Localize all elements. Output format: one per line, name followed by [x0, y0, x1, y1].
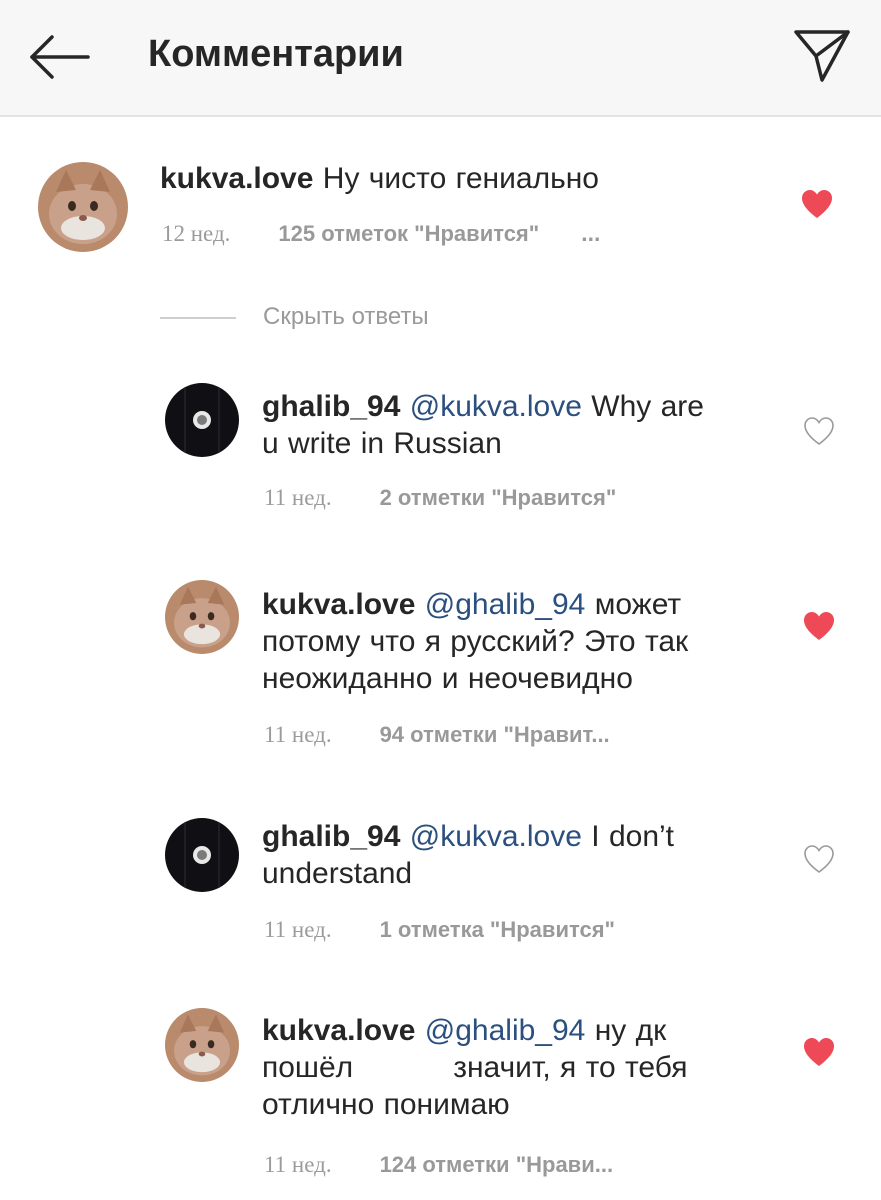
reply-meta: 11 нед. 124 отметки "Нрави...: [264, 1152, 613, 1178]
reply-mention[interactable]: @kukva.love: [410, 390, 582, 423]
page-title: Комментарии: [148, 33, 404, 75]
heart-filled-icon[interactable]: [802, 1036, 836, 1068]
likes-count[interactable]: 1 отметка "Нравится": [380, 917, 615, 942]
reply-body-line3: отлично понимаю: [262, 1088, 510, 1121]
heart-outline-icon[interactable]: [802, 843, 836, 875]
avatar[interactable]: [38, 162, 128, 252]
heart-filled-icon[interactable]: [800, 188, 834, 220]
reply-mention[interactable]: @kukva.love: [410, 820, 582, 853]
likes-count[interactable]: 125 отметок "Нравится": [278, 221, 539, 246]
likes-count[interactable]: 124 отметки "Нрави...: [380, 1152, 614, 1177]
reply-body-line2: потому что я русский? Это так: [262, 625, 689, 658]
dark-avatar-icon: [165, 383, 239, 457]
comment-text: kukva.love Ну чисто гениально: [160, 160, 599, 197]
reply-text: ghalib_94 @kukva.love Why are u write in…: [262, 388, 704, 462]
reply-time: 11 нед.: [264, 1152, 332, 1177]
reply-text: kukva.love @ghalib_94 ну дк пошёл значит,…: [262, 1012, 688, 1123]
avatar[interactable]: [165, 580, 239, 654]
reply-text: kukva.love @ghalib_94 может потому что я…: [262, 586, 688, 697]
cat-avatar-icon: [165, 1008, 239, 1082]
reply-body-line1: I don’t: [591, 820, 675, 853]
reply-username[interactable]: kukva.love: [262, 588, 415, 621]
reply-meta: 11 нед. 2 отметки "Нравится": [264, 485, 616, 511]
avatar[interactable]: [165, 383, 239, 457]
heart-outline-icon[interactable]: [802, 415, 836, 447]
share-button[interactable]: [790, 26, 854, 86]
reply-body-line1: ну дк: [594, 1014, 667, 1047]
comment-body: Ну чисто гениально: [322, 162, 599, 195]
paper-plane-icon: [794, 30, 850, 82]
dark-avatar-icon: [165, 818, 239, 892]
reply-body-line2a: пошёл: [262, 1051, 354, 1084]
reply-mention[interactable]: @ghalib_94: [425, 1014, 586, 1047]
reply-username[interactable]: ghalib_94: [262, 820, 400, 853]
reply-body-line1: может: [594, 588, 682, 621]
reply-meta: 11 нед. 94 отметки "Нравит...: [264, 722, 610, 748]
reply-time: 11 нед.: [264, 722, 332, 747]
reply-body-line3: неожиданно и неочевидно: [262, 662, 633, 695]
reply-body-line2: u write in Russian: [262, 427, 502, 460]
arrow-left-icon: [30, 35, 90, 79]
avatar[interactable]: [165, 1008, 239, 1082]
reply-username[interactable]: ghalib_94: [262, 390, 400, 423]
more-options-button[interactable]: ...: [581, 220, 600, 246]
reply-username[interactable]: kukva.love: [262, 1014, 415, 1047]
reply-body-line2b: значит, я то тебя: [453, 1051, 688, 1084]
likes-count[interactable]: 94 отметки "Нравит...: [380, 722, 610, 747]
header-bar: Комментарии: [0, 0, 881, 117]
reply-body-line2: understand: [262, 857, 413, 890]
likes-count[interactable]: 2 отметки "Нравится": [380, 485, 617, 510]
reply-mention[interactable]: @ghalib_94: [425, 588, 586, 621]
reply-body-line1: Why are: [591, 390, 704, 423]
comment-meta: 12 нед. 125 отметок "Нравится"...: [162, 220, 600, 247]
heart-filled-icon[interactable]: [802, 610, 836, 642]
comment-username[interactable]: kukva.love: [160, 162, 313, 195]
divider-line: [160, 317, 236, 319]
cat-avatar-icon: [165, 580, 239, 654]
cat-avatar-icon: [38, 162, 128, 252]
reply-time: 11 нед.: [264, 917, 332, 942]
hide-replies-button[interactable]: Скрыть ответы: [263, 303, 429, 331]
back-button[interactable]: [24, 30, 94, 84]
reply-time: 11 нед.: [264, 485, 332, 510]
reply-text: ghalib_94 @kukva.love I don’t understand: [262, 818, 674, 892]
avatar[interactable]: [165, 818, 239, 892]
reply-meta: 11 нед. 1 отметка "Нравится": [264, 917, 615, 943]
comment-time: 12 нед.: [162, 221, 231, 246]
